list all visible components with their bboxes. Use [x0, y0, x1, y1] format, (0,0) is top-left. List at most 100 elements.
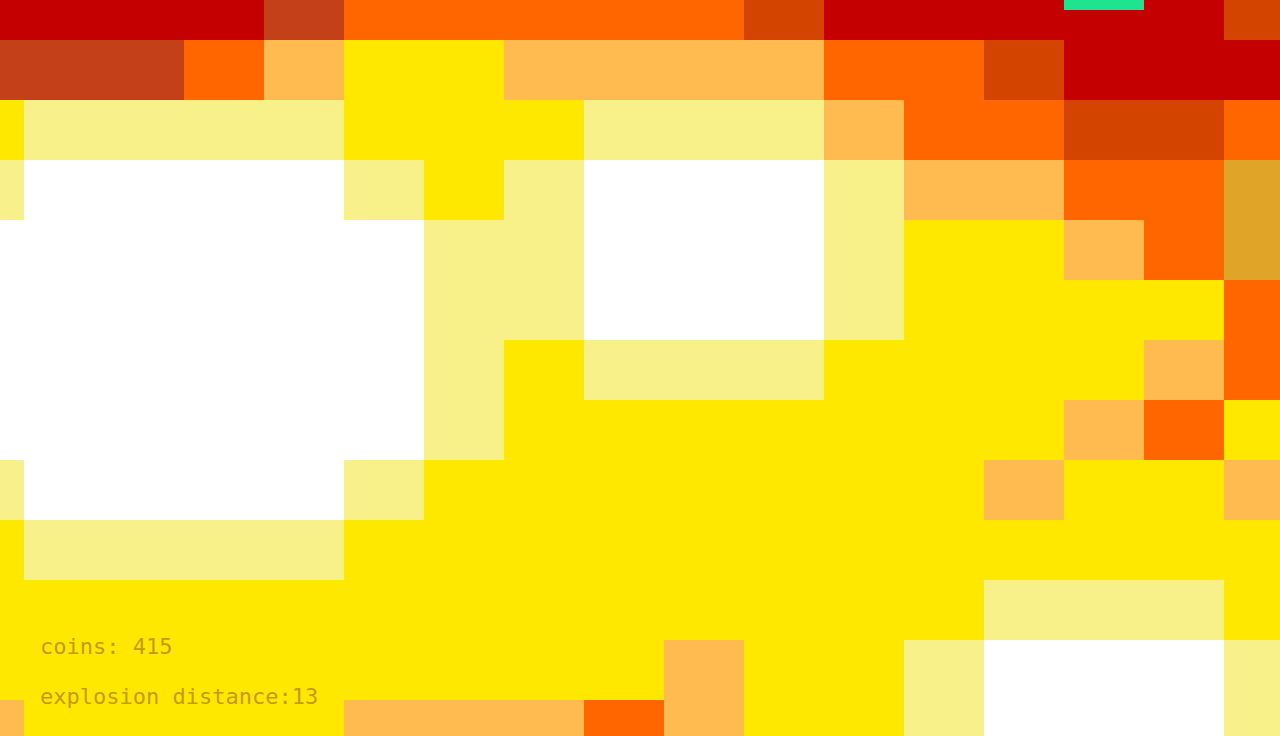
tile	[1064, 700, 1144, 736]
tile	[1064, 160, 1144, 220]
tile	[504, 340, 584, 400]
player-marker	[1064, 0, 1144, 10]
tile	[984, 0, 1064, 40]
tile	[664, 640, 744, 700]
tile	[664, 280, 744, 340]
tile	[264, 280, 344, 340]
tile	[584, 580, 664, 640]
tile	[984, 460, 1064, 520]
tile	[0, 400, 24, 460]
tile	[1224, 40, 1280, 100]
tile	[824, 520, 904, 580]
tile	[184, 400, 264, 460]
tile	[584, 700, 664, 736]
tile	[584, 0, 664, 40]
tile	[0, 340, 24, 400]
tile	[184, 220, 264, 280]
tile	[584, 40, 664, 100]
tile	[744, 700, 824, 736]
tile	[664, 160, 744, 220]
tile	[904, 0, 984, 40]
tile	[184, 520, 264, 580]
tile	[584, 340, 664, 400]
tile	[104, 280, 184, 340]
tile	[584, 160, 664, 220]
tile	[1064, 280, 1144, 340]
tile	[904, 400, 984, 460]
tile	[344, 520, 424, 580]
tile	[344, 40, 424, 100]
tile	[984, 700, 1064, 736]
tile	[24, 520, 104, 580]
tile	[584, 460, 664, 520]
tile	[264, 220, 344, 280]
tile	[664, 520, 744, 580]
tile	[744, 280, 824, 340]
tile	[904, 640, 984, 700]
tile	[0, 40, 24, 100]
tile	[984, 520, 1064, 580]
tile	[1144, 0, 1224, 40]
tile	[504, 40, 584, 100]
tile	[584, 280, 664, 340]
tile	[504, 280, 584, 340]
tile	[904, 340, 984, 400]
tile	[104, 160, 184, 220]
tile	[744, 220, 824, 280]
tile	[184, 0, 264, 40]
tile	[904, 160, 984, 220]
tile	[984, 400, 1064, 460]
tile	[1144, 580, 1224, 640]
tile	[0, 580, 24, 640]
tile	[744, 340, 824, 400]
tile	[1144, 400, 1224, 460]
tile	[744, 160, 824, 220]
tile	[264, 40, 344, 100]
tile	[664, 400, 744, 460]
tile	[424, 220, 504, 280]
tile	[424, 580, 504, 640]
tile	[904, 280, 984, 340]
tile	[1064, 340, 1144, 400]
tile	[584, 100, 664, 160]
tile	[744, 400, 824, 460]
tile	[344, 340, 424, 400]
tile	[744, 520, 824, 580]
tile	[0, 280, 24, 340]
tile	[664, 580, 744, 640]
tile	[344, 100, 424, 160]
tile	[1064, 400, 1144, 460]
tile	[0, 640, 24, 700]
tile	[184, 280, 264, 340]
tile	[504, 460, 584, 520]
tile	[344, 160, 424, 220]
tile	[1144, 460, 1224, 520]
tile	[1064, 460, 1144, 520]
tile	[1064, 520, 1144, 580]
tile	[424, 340, 504, 400]
tile	[0, 100, 24, 160]
tile	[1144, 40, 1224, 100]
tile	[1064, 40, 1144, 100]
tile	[424, 100, 504, 160]
tile	[184, 580, 264, 640]
tile	[184, 100, 264, 160]
tile	[744, 0, 824, 40]
tile	[24, 40, 104, 100]
tile	[344, 460, 424, 520]
tile	[664, 460, 744, 520]
tile	[904, 100, 984, 160]
tile	[824, 640, 904, 700]
tile	[1144, 520, 1224, 580]
tile	[984, 580, 1064, 640]
tile	[1224, 0, 1280, 40]
tile	[664, 100, 744, 160]
tile	[184, 160, 264, 220]
tile	[424, 40, 504, 100]
tile	[104, 580, 184, 640]
tile	[104, 400, 184, 460]
tile	[904, 40, 984, 100]
tile	[744, 100, 824, 160]
tile	[504, 400, 584, 460]
tile	[1064, 640, 1144, 700]
